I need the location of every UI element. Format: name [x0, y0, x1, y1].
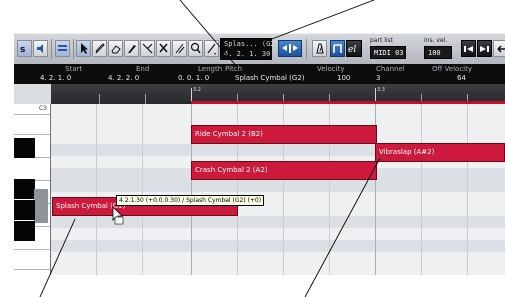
cursor-icon: [112, 206, 124, 225]
callout-lines: [39, 0, 381, 297]
